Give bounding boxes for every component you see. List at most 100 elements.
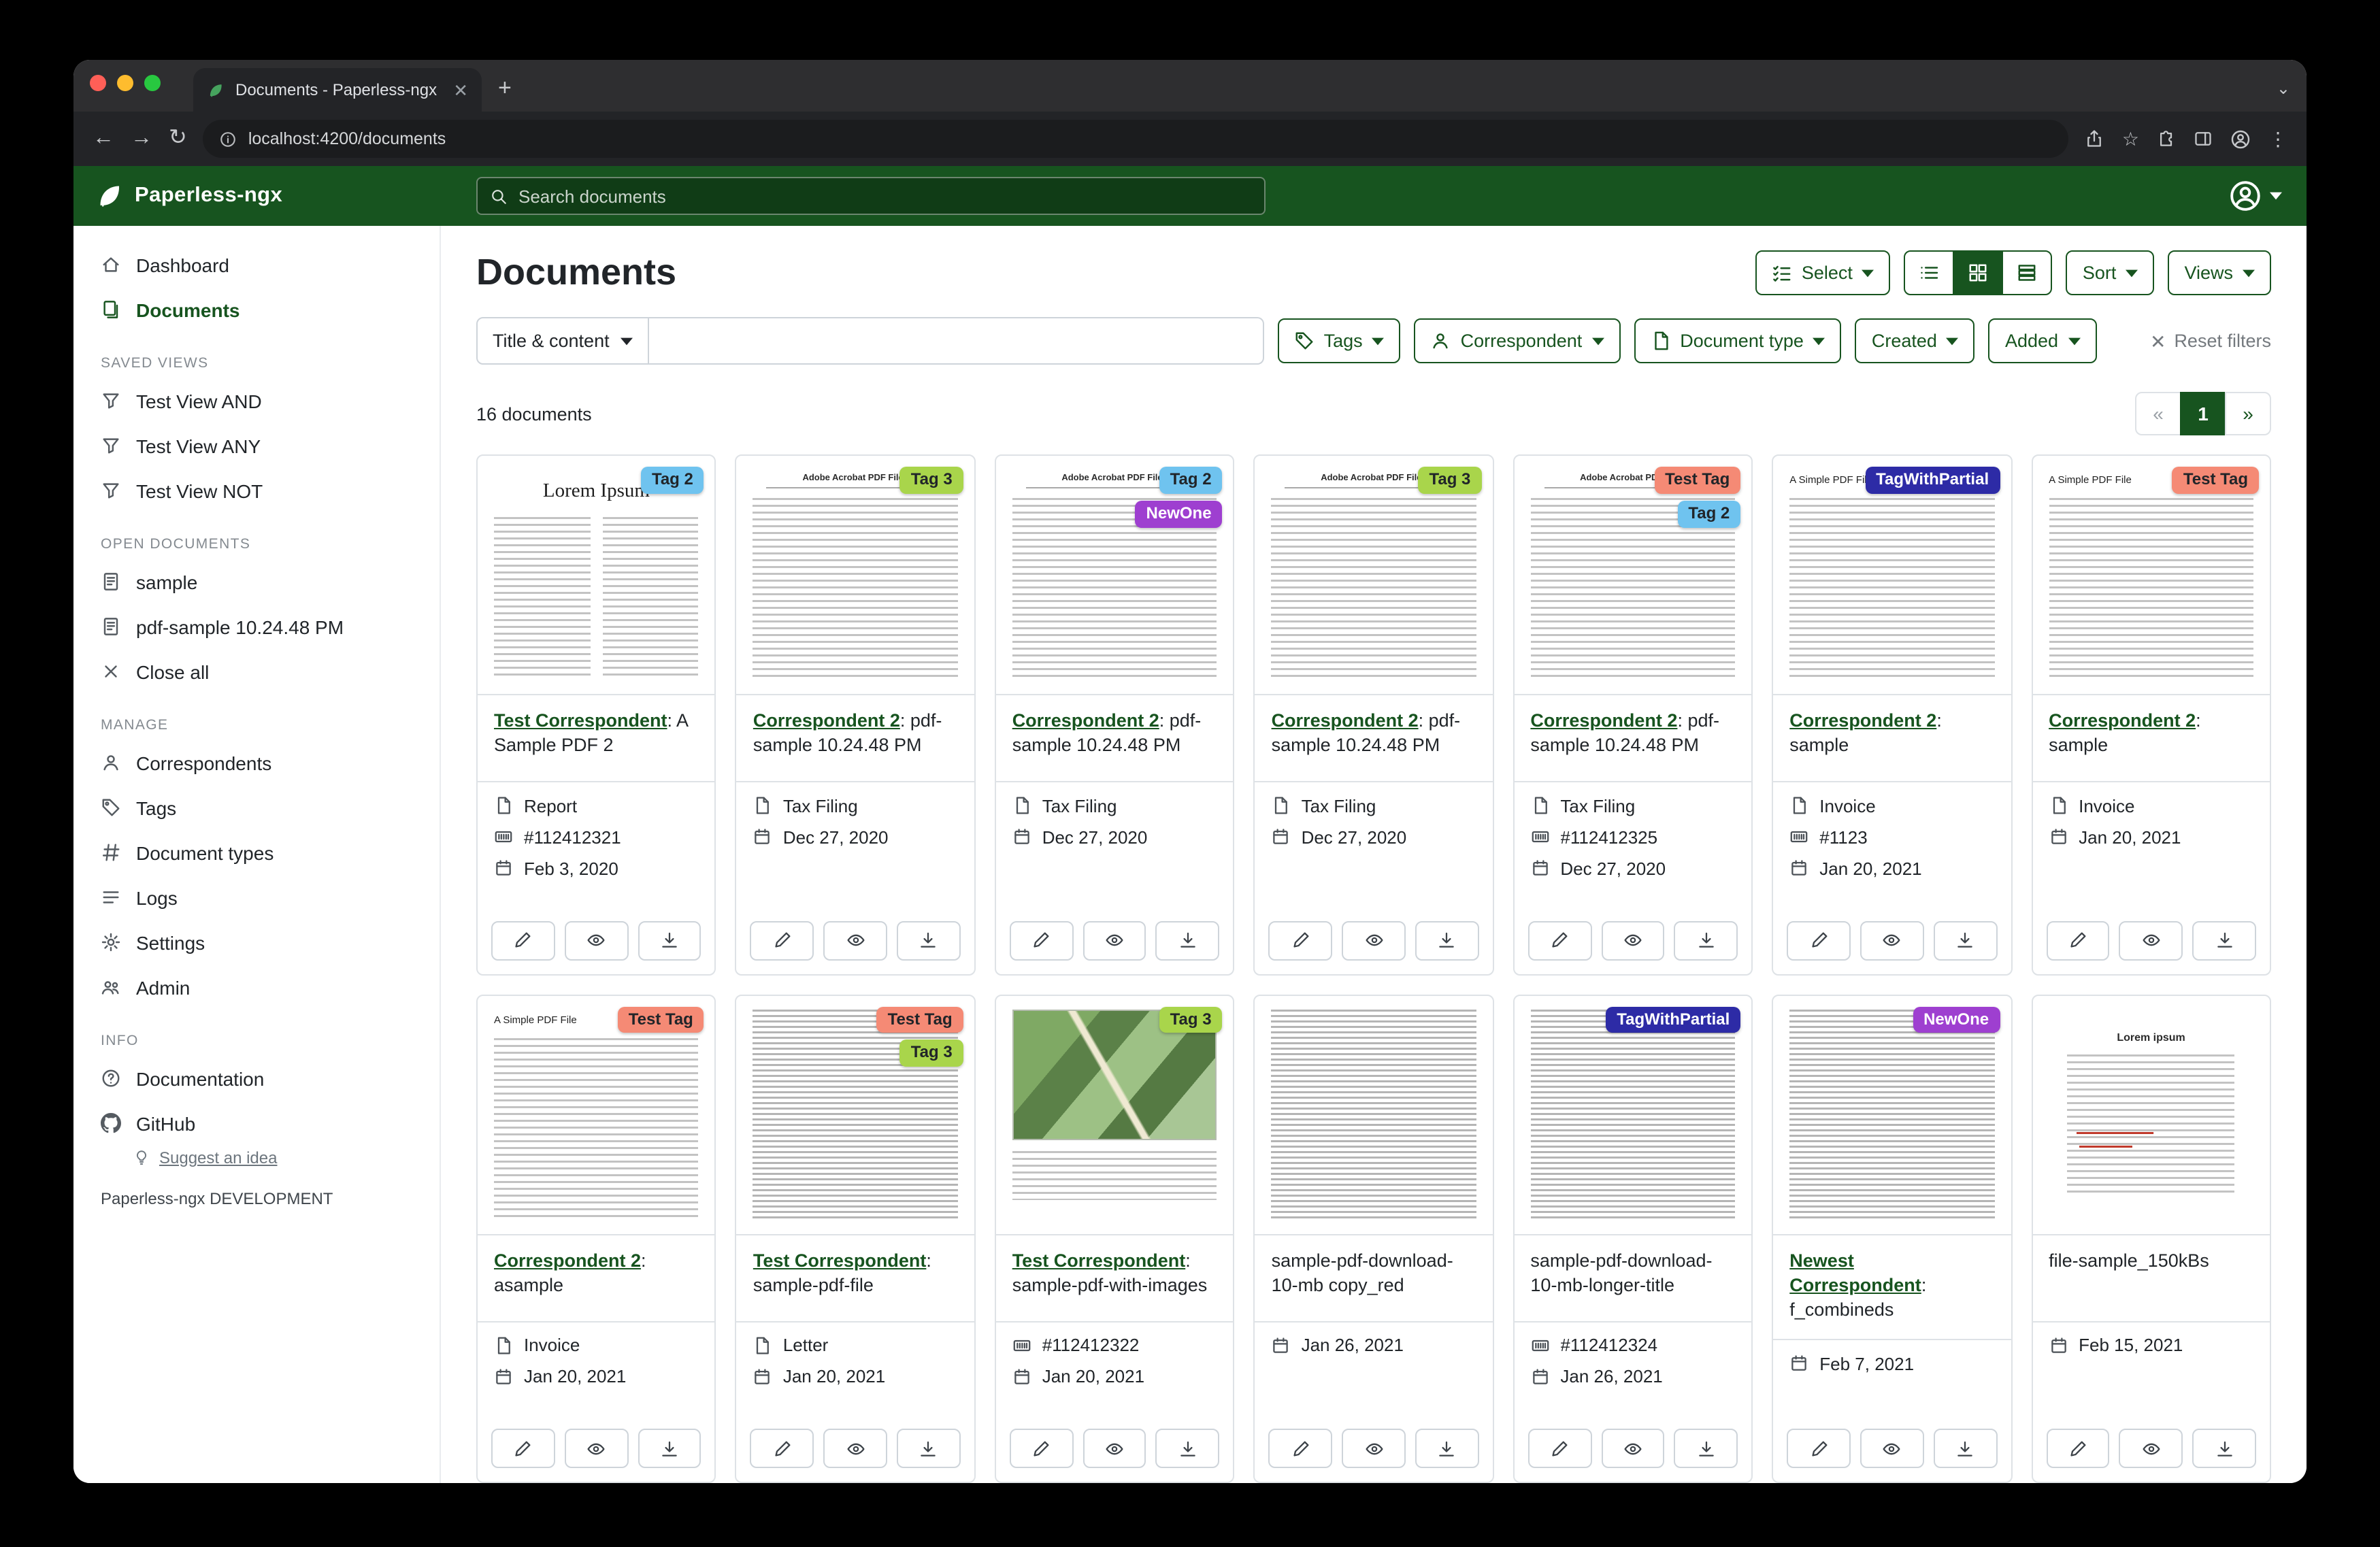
sidebar-item-tags[interactable]: Tags <box>73 785 440 830</box>
sidebar-item-github[interactable]: GitHub <box>73 1101 440 1146</box>
edit-button[interactable] <box>1787 1429 1851 1468</box>
document-thumbnail[interactable]: Lorem ipsum <box>2032 995 2270 1235</box>
sidebar-item-test-view-not[interactable]: Test View NOT <box>73 468 440 513</box>
new-tab-button[interactable]: + <box>498 75 512 102</box>
tag-badge[interactable]: Tag 3 <box>900 1040 963 1067</box>
document-thumbnail[interactable]: Tag 3 <box>996 995 1234 1235</box>
reload-button[interactable]: ↻ <box>169 128 187 150</box>
document-card[interactable]: sample-pdf-download-10-mb copy_red Jan 2… <box>1254 994 1494 1483</box>
document-thumbnail[interactable]: A Simple PDF File Test Tag <box>478 995 715 1235</box>
document-card[interactable]: NewOne Newest Correspondent: f_combineds… <box>1772 994 2012 1483</box>
download-button[interactable] <box>1156 920 1220 960</box>
correspondent-link[interactable]: Correspondent 2 <box>753 710 900 731</box>
edit-button[interactable] <box>491 1429 555 1468</box>
correspondent-link[interactable]: Correspondent 2 <box>1789 710 1936 731</box>
sidebar-item-test-view-any[interactable]: Test View ANY <box>73 423 440 468</box>
correspondent-filter-button[interactable]: Correspondent <box>1415 318 1621 363</box>
tag-badge[interactable]: Tag 3 <box>1419 467 1482 494</box>
tag-badge[interactable]: Tag 2 <box>1677 501 1740 528</box>
select-button[interactable]: Select <box>1755 250 1891 295</box>
correspondent-link[interactable]: Correspondent 2 <box>1530 710 1677 731</box>
user-menu[interactable] <box>2229 180 2307 212</box>
sidebar-item-dashboard[interactable]: Dashboard <box>73 242 440 287</box>
download-button[interactable] <box>638 1429 701 1468</box>
back-button[interactable]: ← <box>93 128 114 150</box>
document-thumbnail[interactable]: Adobe Acrobat PDF Files Tag 2NewOne <box>996 456 1234 695</box>
tag-badge[interactable]: Tag 2 <box>641 467 704 494</box>
app-brand[interactable]: Paperless-ngx <box>73 182 441 210</box>
download-button[interactable] <box>638 920 701 960</box>
view-button[interactable] <box>2119 920 2183 960</box>
site-info-icon[interactable] <box>220 130 237 148</box>
view-details-button[interactable] <box>2002 250 2053 295</box>
document-thumbnail[interactable]: TagWithPartial <box>1514 995 1751 1235</box>
view-button[interactable] <box>1342 920 1406 960</box>
edit-button[interactable] <box>491 920 555 960</box>
correspondent-link[interactable]: Test Correspondent <box>753 1250 927 1270</box>
tag-badge[interactable]: Test Tag <box>618 1006 704 1033</box>
address-bar[interactable]: localhost:4200/documents <box>203 120 2069 158</box>
sidebar-item-suggest-idea[interactable]: Suggest an idea <box>73 1146 440 1167</box>
tag-badge[interactable]: NewOne <box>1913 1006 2000 1033</box>
download-button[interactable] <box>1415 920 1479 960</box>
close-window-button[interactable] <box>90 75 106 91</box>
sidebar-item-open-doc-pdf-sample[interactable]: pdf-sample 10.24.48 PM <box>73 604 440 649</box>
edit-button[interactable] <box>2046 920 2110 960</box>
sidebar-item-settings[interactable]: Settings <box>73 920 440 965</box>
download-button[interactable] <box>1156 1429 1220 1468</box>
side-panel-icon[interactable] <box>2194 129 2213 148</box>
correspondent-link[interactable]: Test Correspondent <box>494 710 667 731</box>
correspondent-link[interactable]: Correspondent 2 <box>494 1250 641 1270</box>
profile-icon[interactable] <box>2230 129 2251 149</box>
tag-badge[interactable]: Tag 2 <box>1159 467 1223 494</box>
document-card[interactable]: A Simple PDF File TagWithPartial Corresp… <box>1772 454 2012 975</box>
sidebar-item-test-view-and[interactable]: Test View AND <box>73 378 440 423</box>
pagination-prev-button[interactable]: « <box>2135 392 2181 435</box>
sort-button[interactable]: Sort <box>2066 250 2155 295</box>
tag-badge[interactable]: Test Tag <box>1654 467 1740 494</box>
created-filter-button[interactable]: Created <box>1855 318 1975 363</box>
document-thumbnail[interactable]: Adobe Acrobat PDF Files Tag 3 <box>1255 456 1493 695</box>
view-button[interactable] <box>1860 920 1924 960</box>
edit-button[interactable] <box>2046 1429 2110 1468</box>
tag-badge[interactable]: Tag 3 <box>900 467 963 494</box>
view-button[interactable] <box>565 1429 629 1468</box>
bookmark-star-icon[interactable]: ☆ <box>2122 127 2139 150</box>
document-thumbnail[interactable]: Lorem Ipsum Tag 2 <box>478 456 715 695</box>
download-button[interactable] <box>897 920 961 960</box>
view-button[interactable] <box>1082 1429 1146 1468</box>
filter-field-dropdown[interactable]: Title & content <box>476 317 649 365</box>
sidebar-item-logs[interactable]: Logs <box>73 875 440 920</box>
download-button[interactable] <box>1934 920 1998 960</box>
global-search[interactable] <box>476 177 1266 215</box>
document-thumbnail[interactable]: A Simple PDF File Test Tag <box>2032 456 2270 695</box>
edit-button[interactable] <box>1527 920 1591 960</box>
document-thumbnail[interactable]: Test TagTag 3 <box>737 995 974 1235</box>
download-button[interactable] <box>1934 1429 1998 1468</box>
tab-search-chevron-icon[interactable]: ⌄ <box>2277 79 2290 112</box>
document-card[interactable]: Adobe Acrobat PDF Files Tag 3 Correspond… <box>1254 454 1494 975</box>
sidebar-item-correspondents[interactable]: Correspondents <box>73 740 440 785</box>
sidebar-item-documentation[interactable]: Documentation <box>73 1056 440 1101</box>
document-thumbnail[interactable] <box>1255 995 1493 1235</box>
view-button[interactable] <box>1342 1429 1406 1468</box>
maximize-window-button[interactable] <box>144 75 161 91</box>
tags-filter-button[interactable]: Tags <box>1278 318 1401 363</box>
correspondent-link[interactable]: Correspondent 2 <box>1012 710 1159 731</box>
view-button[interactable] <box>823 1429 887 1468</box>
view-grid-button[interactable] <box>1953 250 2004 295</box>
view-button[interactable] <box>823 920 887 960</box>
view-button[interactable] <box>1860 1429 1924 1468</box>
sidebar-item-admin[interactable]: Admin <box>73 965 440 1010</box>
document-card[interactable]: Adobe Acrobat PDF Files Tag 3 Correspond… <box>736 454 976 975</box>
global-search-input[interactable] <box>518 186 1252 206</box>
edit-button[interactable] <box>1527 1429 1591 1468</box>
edit-button[interactable] <box>1010 920 1074 960</box>
sidebar-item-document-types[interactable]: Document types <box>73 830 440 875</box>
tag-badge[interactable]: Tag 3 <box>1159 1006 1223 1033</box>
pagination-page-1[interactable]: 1 <box>2180 392 2226 435</box>
document-title[interactable]: sample-pdf-download-10-mb copy_red <box>1272 1250 1453 1295</box>
view-button[interactable] <box>1601 920 1665 960</box>
document-type-filter-button[interactable]: Document type <box>1634 318 1842 363</box>
download-button[interactable] <box>897 1429 961 1468</box>
